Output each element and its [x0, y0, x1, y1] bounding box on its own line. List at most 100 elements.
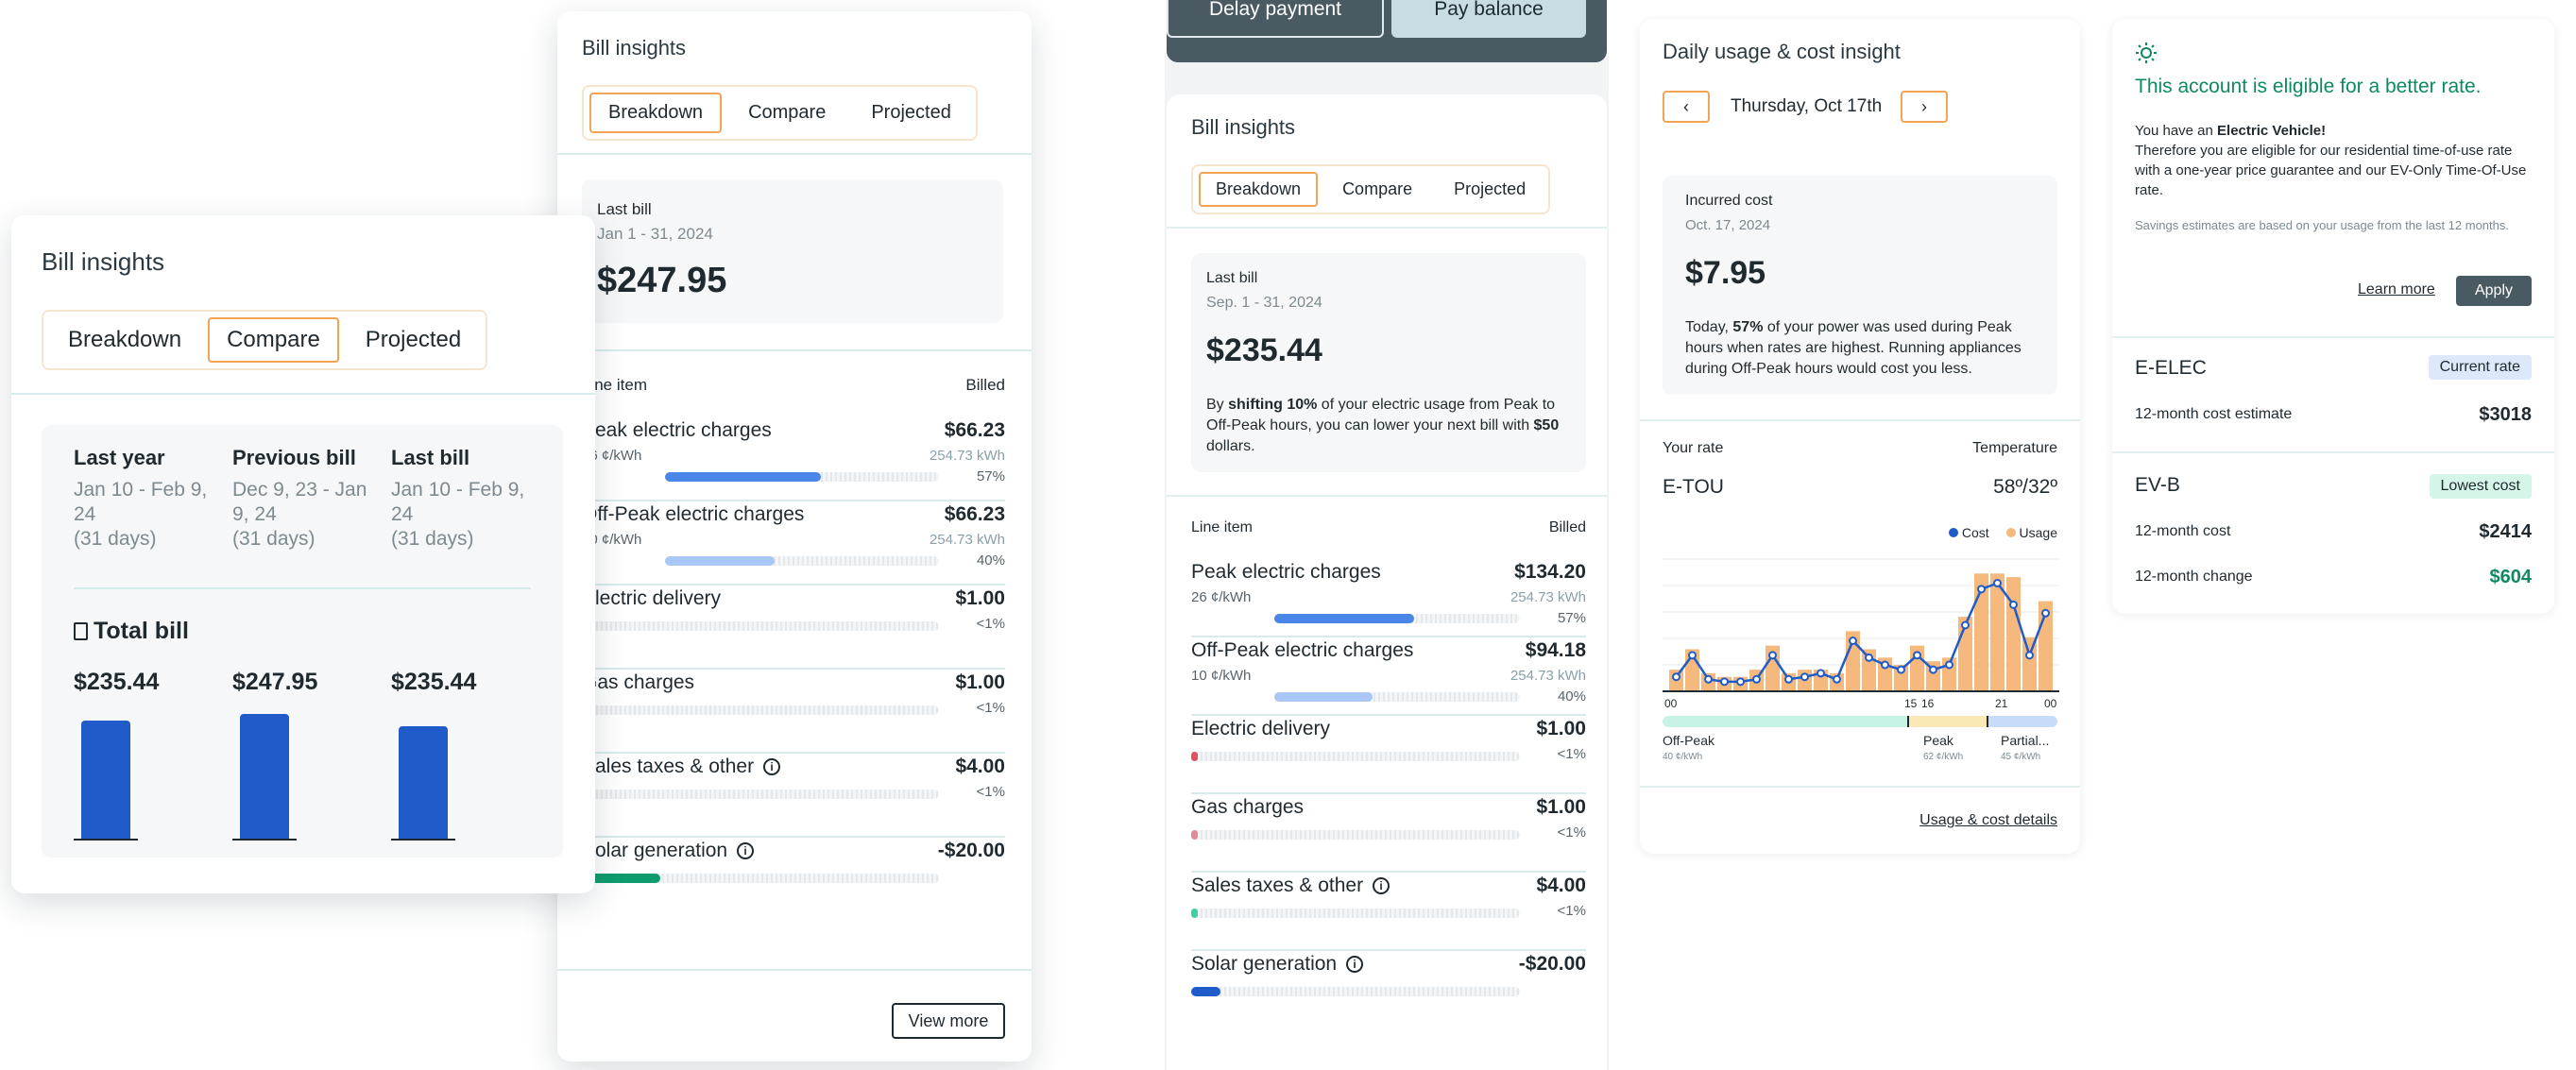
line-item-amount: $1.00: [955, 587, 1005, 609]
document-icon: [74, 622, 88, 640]
line-item-list: Peak electric charges $134.20 26 ¢/kWh 254.…: [1191, 561, 1586, 1052]
line-item-name: Sales taxes & other: [1191, 875, 1364, 896]
delay-payment-button[interactable]: Delay payment: [1167, 0, 1384, 38]
incurred-amount: $7.95: [1685, 255, 1766, 291]
info-icon[interactable]: i: [763, 758, 780, 775]
bill-insights-card-compare: Bill insights Breakdown Compare Projecte…: [11, 215, 595, 893]
line-item-percent: 57%: [976, 468, 1005, 484]
compare-col-last-bill: Last bill Jan 10 - Feb 9, 24 (31 days): [391, 446, 542, 552]
cost-point: [1768, 651, 1777, 660]
row-divider: [1191, 714, 1586, 716]
col-label: Last bill: [391, 446, 470, 469]
line-item-row: Gas charges $1.00 <1%: [1191, 796, 1586, 873]
cost-point: [2009, 600, 2018, 609]
tab-projected[interactable]: Projected: [347, 317, 480, 363]
line-item-percent: <1%: [976, 700, 1005, 716]
line-item-percent: 40%: [976, 552, 1005, 569]
cost-point: [1961, 620, 1970, 630]
info-icon[interactable]: i: [737, 842, 754, 859]
tab-projected[interactable]: Projected: [852, 93, 970, 133]
info-icon[interactable]: i: [1346, 956, 1363, 973]
band-label-peak: Peak 62 ¢/kWh: [1923, 733, 1963, 762]
payment-actions-bar: Delay payment Pay balance: [1167, 0, 1607, 62]
incurred-cost-panel: Incurred cost Oct. 17, 2024 $7.95 Today,…: [1663, 176, 2057, 395]
line-item-amount: $4.00: [955, 756, 1005, 777]
line-item-row: Peak electric charges $134.20 26 ¢/kWh 254.…: [1191, 561, 1586, 637]
card-title: Bill insights: [1191, 115, 1296, 139]
tabs: Breakdown Compare Projected: [42, 310, 488, 370]
tip-text: dollars.: [1206, 438, 1255, 454]
body-text: You have an: [2135, 123, 2218, 139]
divider: [557, 969, 1032, 971]
tip-text: By: [1206, 397, 1229, 413]
tab-compare[interactable]: Compare: [208, 317, 339, 363]
line-item-percent: 57%: [1557, 610, 1586, 626]
chevron-right-icon: ›: [1921, 97, 1927, 116]
line-item-row: Solar generation i -$20.00: [1191, 953, 1586, 1024]
divider: [1640, 419, 2080, 421]
col-range: Dec 9, 23 - Jan 9, 24: [232, 479, 367, 525]
rate-band-bar: [1663, 716, 2057, 727]
line-item-percent: <1%: [1557, 824, 1586, 841]
line-item-percent: <1%: [1557, 746, 1586, 762]
learn-more-link[interactable]: Learn more: [2358, 281, 2435, 298]
cost-point: [2025, 651, 2034, 660]
prev-day-button[interactable]: ‹: [1663, 91, 1710, 123]
share-bar-fill: [665, 472, 822, 482]
cost-point: [1865, 653, 1873, 662]
share-bar-fill: [1191, 752, 1198, 761]
last-bill-label: Last bill: [1206, 270, 1258, 286]
pay-balance-button[interactable]: Pay balance: [1391, 0, 1586, 38]
bill-insights-card-breakdown-a: Bill insights Breakdown Compare Projecte…: [557, 11, 1032, 1062]
view-more-button[interactable]: View more: [892, 1003, 1005, 1039]
tab-breakdown[interactable]: Breakdown: [589, 93, 723, 133]
savings-note: Savings estimates are based on your usag…: [2135, 218, 2509, 232]
tip-bold: $50: [1533, 417, 1560, 433]
divider: [1640, 786, 2080, 788]
temperature-value: 58º/32º: [1993, 476, 2057, 498]
share-bar-track: [665, 556, 939, 566]
plan-row-label: 12-month change: [2135, 569, 2253, 585]
current-rate-badge: Current rate: [2428, 355, 2532, 380]
col-range: Jan 10 - Feb 9, 24: [74, 479, 208, 525]
compare-bar: [240, 714, 289, 839]
divider: [1167, 227, 1607, 229]
amount-last-bill: $235.44: [391, 669, 477, 695]
sun-icon: [2135, 42, 2158, 64]
card-title: Daily usage & cost insight: [1663, 40, 1901, 63]
cost-point: [1833, 674, 1841, 684]
cost-point: [1913, 651, 1921, 660]
line-item-amount: $66.23: [944, 503, 1005, 525]
cost-point: [1688, 651, 1697, 660]
tab-projected[interactable]: Projected: [1437, 172, 1543, 207]
apply-button[interactable]: Apply: [2456, 276, 2532, 306]
next-day-button[interactable]: ›: [1901, 91, 1948, 123]
divider: [11, 393, 595, 395]
incurred-label: Incurred cost: [1685, 193, 1773, 209]
tick-label: 00: [2044, 697, 2057, 710]
line-item-name: Off-Peak electric charges: [582, 503, 805, 525]
last-bill-amount: $235.44: [1206, 332, 1322, 368]
line-item-amount: $66.23: [944, 419, 1005, 441]
tab-compare[interactable]: Compare: [1325, 172, 1429, 207]
col-days: (31 days): [232, 528, 316, 550]
cost-point: [1784, 674, 1793, 684]
compare-bar: [81, 721, 130, 839]
line-item-name: Solar generation: [582, 840, 728, 861]
usage-details-link[interactable]: Usage & cost details: [1919, 812, 2057, 829]
tab-breakdown[interactable]: Breakdown: [1199, 172, 1319, 207]
info-icon[interactable]: i: [1373, 877, 1390, 894]
plan-name: E-ELEC: [2135, 357, 2207, 379]
line-item-percent: <1%: [976, 784, 1005, 800]
rate-eligibility-card: This account is eligible for a better ra…: [2112, 19, 2554, 614]
plan-row-value: $2414: [2479, 521, 2532, 542]
tab-compare[interactable]: Compare: [729, 93, 844, 133]
divider: [557, 153, 1032, 155]
share-bar-track: [582, 621, 939, 631]
row-divider: [1191, 792, 1586, 794]
line-item-name: Gas charges: [582, 671, 695, 693]
tab-breakdown[interactable]: Breakdown: [49, 317, 200, 363]
col-range: Jan 10 - Feb 9, 24: [391, 479, 525, 525]
plan-row-value: $3018: [2479, 404, 2532, 425]
line-item-kwh: 254.73 kWh: [1510, 589, 1586, 605]
